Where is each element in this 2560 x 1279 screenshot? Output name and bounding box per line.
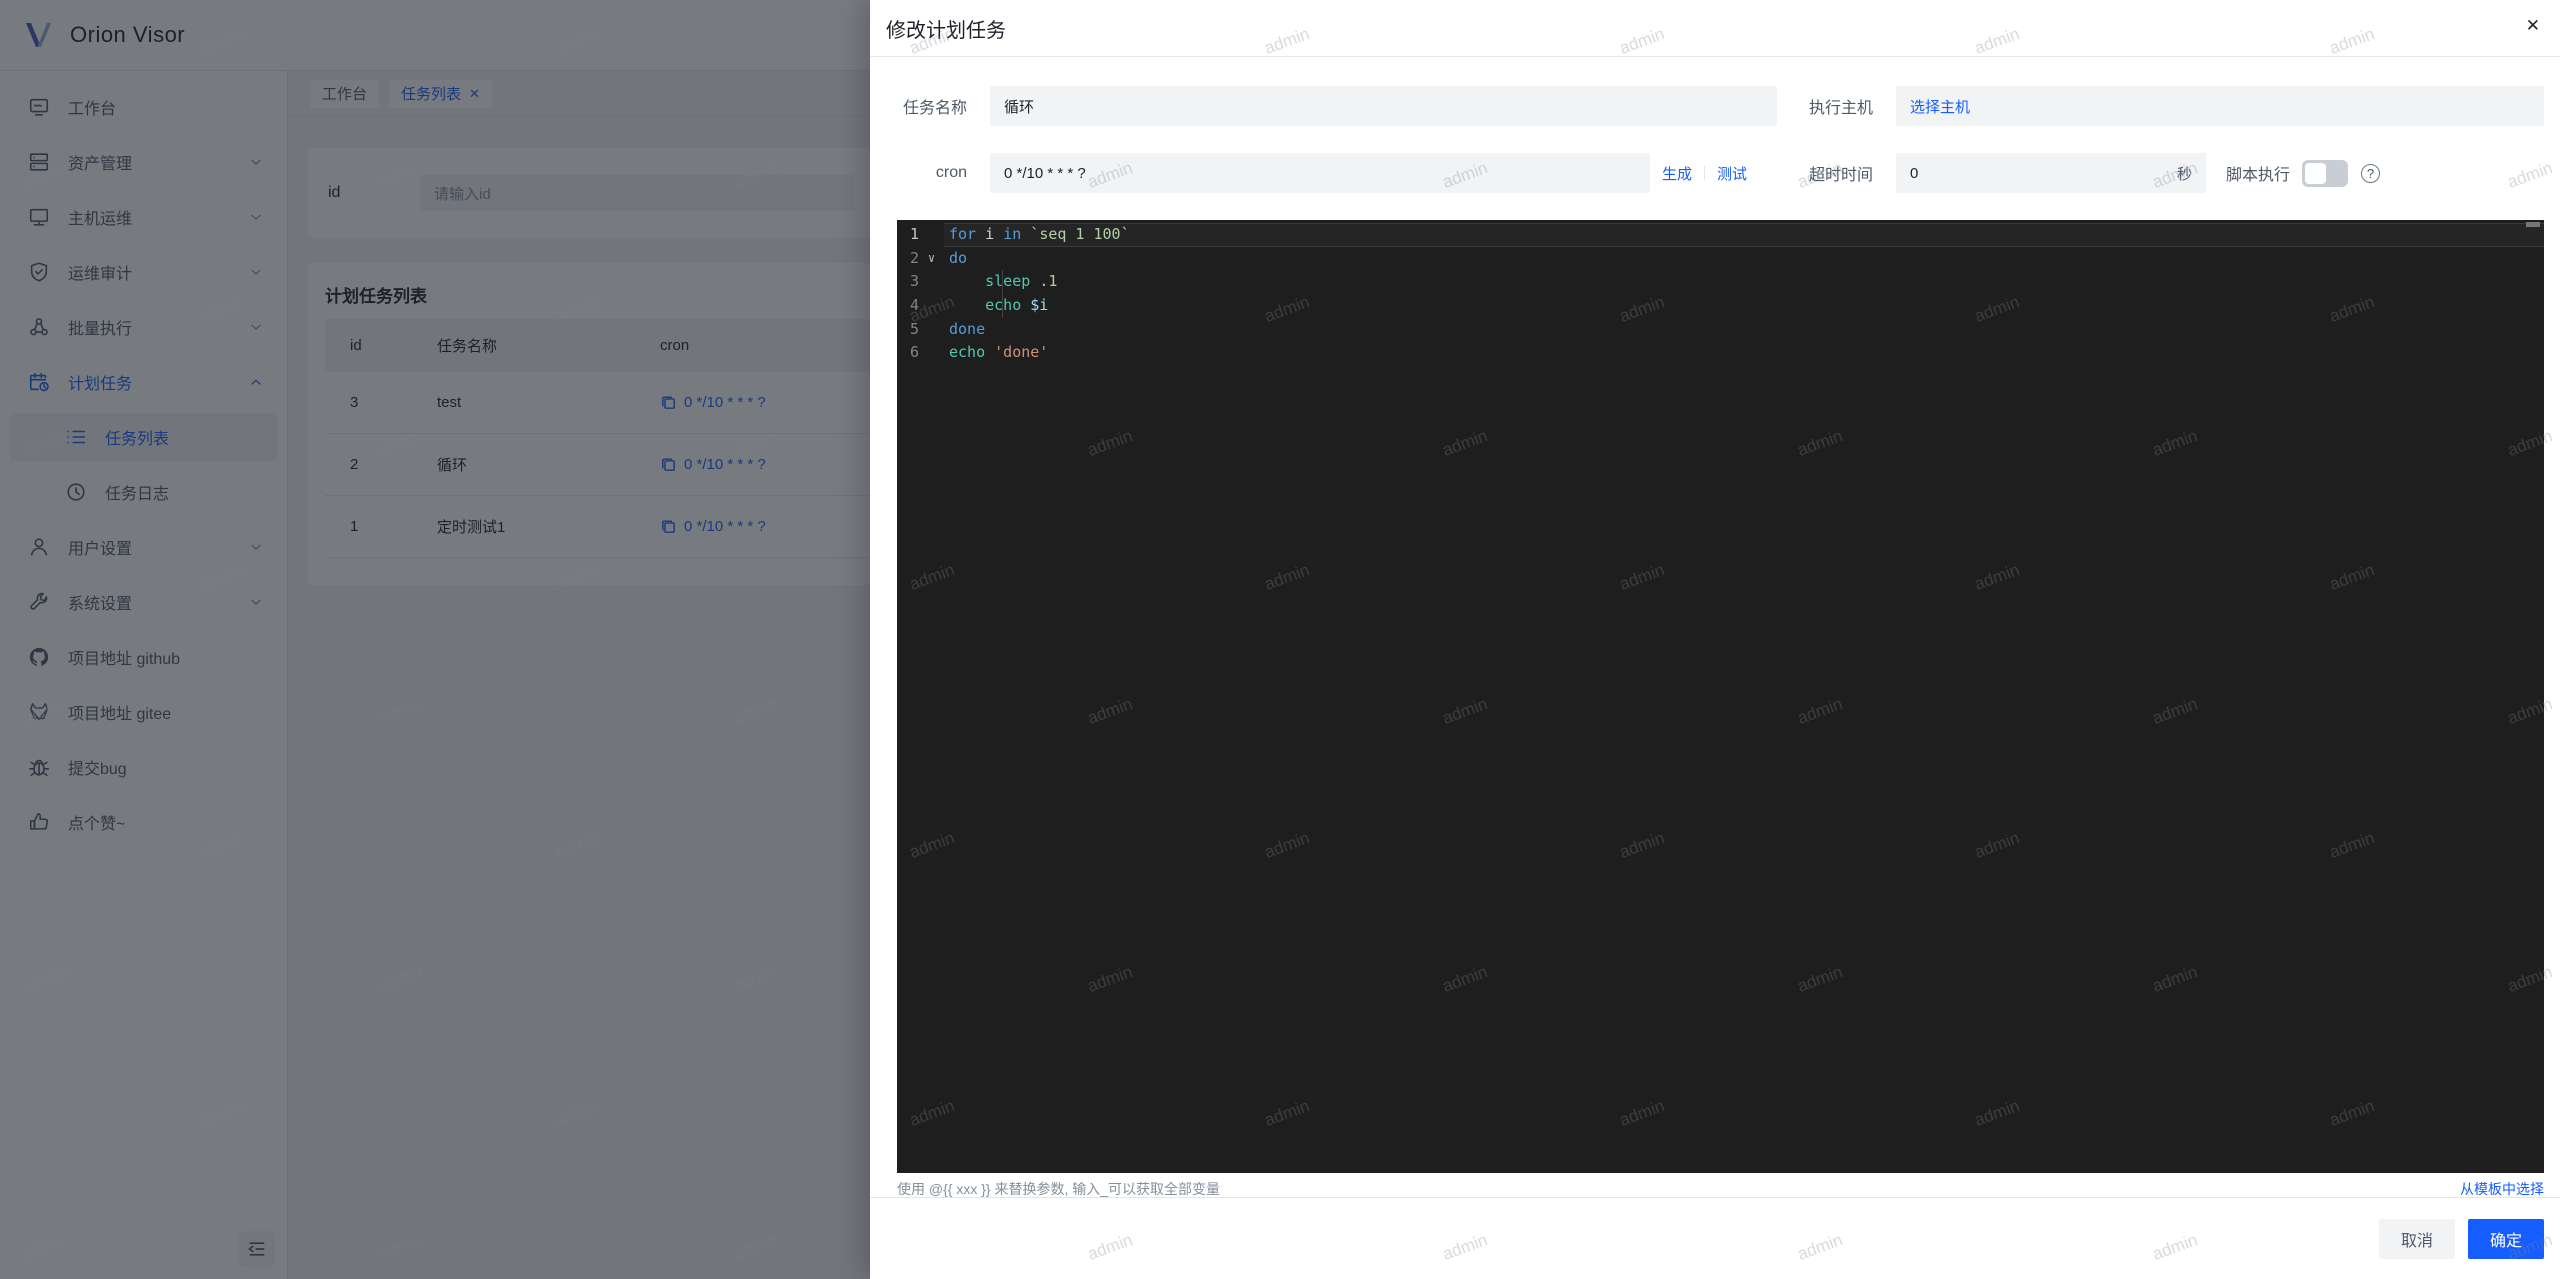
divider — [1704, 166, 1706, 180]
indent-guide — [1002, 270, 1003, 295]
toggle-knob — [2305, 162, 2327, 184]
exec-host-label: 执行主机 — [1808, 100, 1873, 117]
line-number: 4 — [909, 296, 919, 315]
form-row-1: 任务名称 循环 执行主机 选择主机 — [897, 86, 2544, 126]
fold-chevron-icon[interactable]: ∨ — [919, 247, 944, 271]
drawer-header: 修改计划任务 ✕ — [870, 0, 2560, 57]
task-name-value: 循环 — [1004, 98, 1035, 116]
line-number: 6 — [909, 343, 919, 362]
code-editor[interactable]: 1 for i in `seq 1 100` 2 ∨ do 3 sleep .1 4 ech… — [897, 220, 2544, 1173]
close-icon[interactable]: ✕ — [2526, 17, 2540, 34]
script-exec-toggle[interactable] — [2302, 159, 2349, 187]
cron-value: 0 */10 * * * ? — [1004, 164, 1086, 182]
task-name-label: 任务名称 — [902, 100, 967, 117]
host-select-field[interactable]: 选择主机 — [1896, 86, 2544, 126]
generate-cron-link[interactable]: 生成 — [1662, 163, 1692, 184]
help-icon[interactable]: ? — [2361, 163, 2381, 183]
app-root: Orion Visor 工作台资产管理主机运维运维审计批量执行计划任务任务列表任… — [0, 0, 2560, 1279]
form-row-2: cron 0 */10 * * * ? 生成 测试 超时时间 0 秒 脚本执行 … — [897, 153, 2544, 193]
task-name-input[interactable]: 循环 — [990, 86, 1777, 126]
test-cron-link[interactable]: 测试 — [1717, 163, 1747, 184]
code-line: 2 ∨ do — [897, 247, 2544, 271]
code-line: 4 echo $i — [897, 294, 2544, 318]
line-number: 2 — [909, 248, 919, 267]
code-line: 3 sleep .1 — [897, 270, 2544, 295]
timeout-label: 超时时间 — [1808, 167, 1873, 184]
code-line: 1 for i in `seq 1 100` — [897, 223, 2544, 247]
timeout-input[interactable]: 0 秒 — [1896, 153, 2206, 193]
timeout-value: 0 — [1910, 164, 1919, 182]
gutter-space — [919, 318, 944, 342]
cancel-button[interactable]: 取消 — [2378, 1218, 2455, 1259]
hint-row: 使用 @{{ xxx }} 来替换参数, 输入_可以获取全部变量 从模板中选择 — [897, 1179, 2544, 1199]
gutter-space — [919, 294, 944, 318]
select-from-template-link[interactable]: 从模板中选择 — [2460, 1179, 2544, 1199]
gutter-space — [919, 341, 944, 365]
code-line: 5 done — [897, 318, 2544, 342]
code-lines: 1 for i in `seq 1 100` 2 ∨ do 3 sleep .1 4 ech… — [897, 223, 2544, 365]
cron-input[interactable]: 0 */10 * * * ? — [990, 153, 1650, 193]
timeout-unit: 秒 — [2176, 165, 2192, 183]
drawer-body: 任务名称 循环 执行主机 选择主机 cron 0 */10 * * * ? 生成 — [870, 57, 2560, 1199]
indent-guide — [1002, 294, 1003, 318]
script-exec-label: 脚本执行 — [2226, 167, 2291, 184]
line-number: 5 — [909, 319, 919, 338]
select-host-link[interactable]: 选择主机 — [1910, 96, 1970, 117]
line-number: 1 — [909, 225, 919, 243]
code-line: 6 echo 'done' — [897, 341, 2544, 365]
editor-overview-ruler-marker — [2526, 222, 2540, 227]
edit-task-drawer: 修改计划任务 ✕ 任务名称 循环 执行主机 选择主机 cron 0 */10 *… — [870, 0, 2560, 1279]
drawer-footer: 取消 确定 — [870, 1197, 2560, 1279]
cron-label: cron — [935, 164, 967, 181]
gutter-space — [919, 270, 944, 294]
confirm-button[interactable]: 确定 — [2467, 1218, 2544, 1259]
drawer-title: 修改计划任务 — [886, 19, 1006, 42]
line-number: 3 — [909, 272, 919, 291]
params-hint-text: 使用 @{{ xxx }} 来替换参数, 输入_可以获取全部变量 — [897, 1181, 1221, 1197]
cron-field-group: 0 */10 * * * ? 生成 测试 — [990, 153, 1777, 193]
gutter-space — [919, 223, 944, 247]
